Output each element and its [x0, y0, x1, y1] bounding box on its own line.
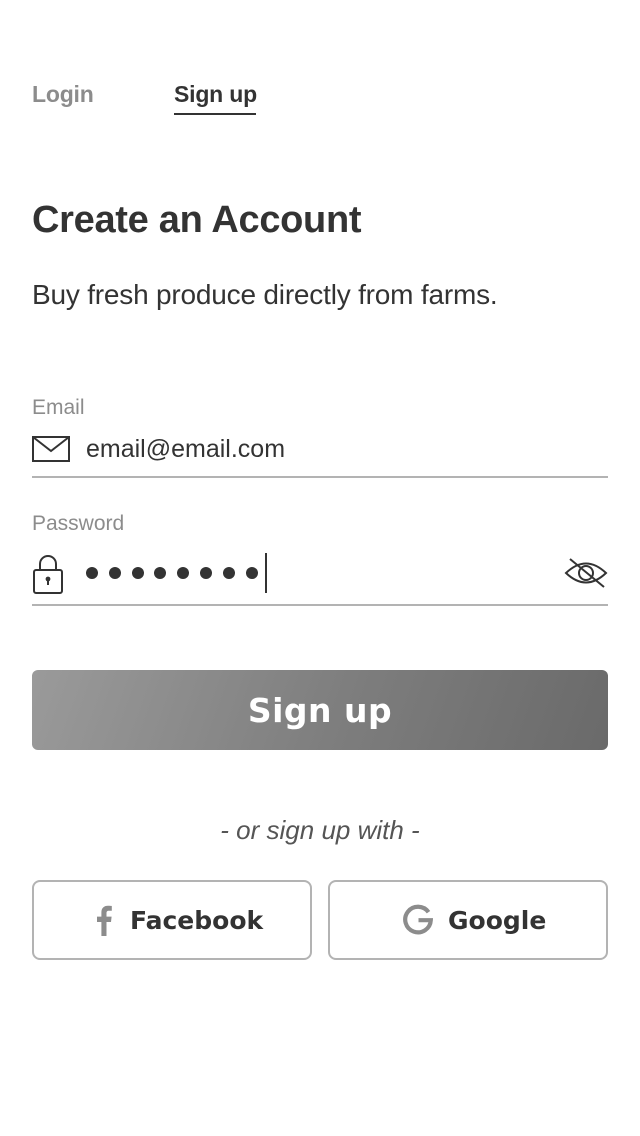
password-mask-dot — [199, 567, 212, 579]
password-field — [32, 546, 608, 606]
password-input[interactable] — [86, 553, 268, 593]
facebook-button[interactable]: Facebook — [32, 880, 312, 960]
auth-tabs: Login Sign up — [32, 78, 608, 118]
password-mask-dot — [86, 567, 98, 579]
password-mask-dot — [245, 567, 258, 579]
social-divider: - or sign up with - — [220, 815, 420, 845]
page-title: Create an Account — [32, 199, 362, 241]
page-subtitle: Buy fresh produce directly from farms. — [32, 279, 498, 310]
password-mask-dot — [108, 567, 121, 579]
tab-login[interactable]: Login — [32, 78, 94, 110]
email-input[interactable] — [86, 431, 566, 467]
password-mask-dot — [154, 567, 167, 579]
password-mask-dot — [177, 567, 190, 579]
tab-signup[interactable]: Sign up — [174, 78, 257, 110]
facebook-icon — [96, 904, 112, 939]
active-tab-indicator — [174, 113, 256, 115]
facebook-label: Facebook — [130, 906, 264, 935]
password-mask-dot — [222, 567, 235, 579]
password-mask-dot — [131, 567, 144, 579]
text-caret — [265, 553, 268, 593]
password-label: Password — [32, 512, 125, 535]
lock-icon — [32, 553, 64, 600]
google-label: Google — [448, 906, 547, 935]
signup-button[interactable]: Sign up — [32, 670, 608, 750]
google-icon — [402, 904, 434, 939]
email-field — [32, 430, 608, 478]
email-label: Email — [32, 396, 85, 419]
eye-slash-icon[interactable] — [564, 556, 608, 590]
mail-icon — [32, 436, 70, 467]
google-button[interactable]: Google — [328, 880, 608, 960]
